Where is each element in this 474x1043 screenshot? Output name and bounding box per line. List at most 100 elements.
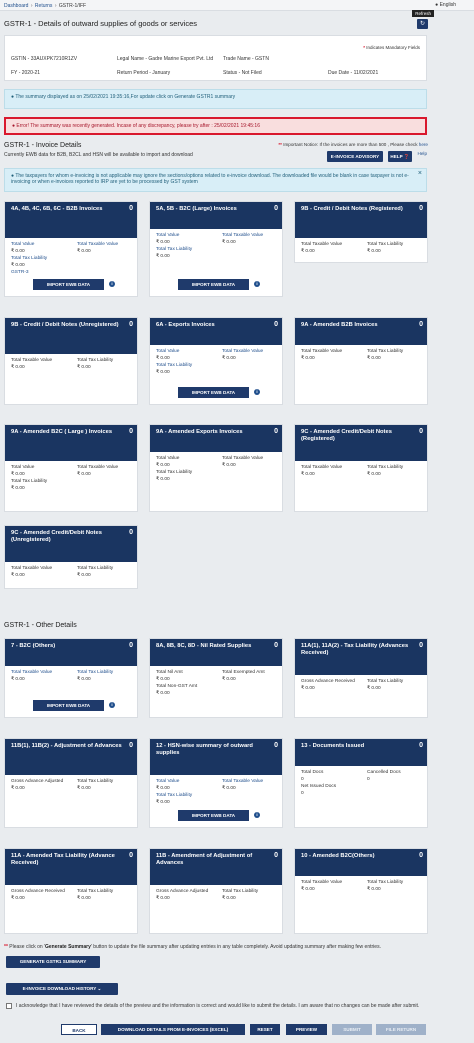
breadcrumb-returns[interactable]: Returns xyxy=(35,3,53,9)
tile-title: 9B - Credit / Debit Notes (Registered) xyxy=(301,206,403,212)
tile-title: 13 - Documents Issued xyxy=(301,743,365,749)
tile-title: 7 - B2C (Others) xyxy=(11,643,56,649)
language-selector[interactable]: ● English xyxy=(435,2,456,8)
help-link-text: Help xyxy=(417,151,427,156)
tile-header[interactable]: 8A, 8B, 8C, 8D - Nil Rated Supplies 0 xyxy=(150,639,282,666)
summary-tile[interactable]: 13 - Documents Issued 0 Total Docs 0 Cancell… xyxy=(294,738,428,828)
tile-header[interactable]: 12 - HSN-wise summary of outward supplie… xyxy=(150,739,282,775)
tile-value-2: ₹ 0.00 xyxy=(367,356,381,361)
tile-extra-link[interactable]: GSTR-3 xyxy=(11,270,29,276)
tile-value-1: ₹ 0.00 xyxy=(11,677,25,682)
import-ewb-data-button[interactable]: IMPORT EWB DATA xyxy=(178,279,249,290)
tile-label-2: Total Tax Liability xyxy=(77,358,114,363)
tile-label-3: Total Tax Liability xyxy=(156,470,193,475)
tile-header[interactable]: 11B - Amendment of Adjustment of Advance… xyxy=(150,849,282,885)
summary-tile[interactable]: 9C - Amended Credit/Debit Notes (Registe… xyxy=(294,424,428,512)
acknowledge-checkbox[interactable] xyxy=(6,1003,12,1009)
tile-header[interactable]: 6A - Exports Invoices 0 xyxy=(150,318,282,345)
summary-tile[interactable]: 8A, 8B, 8C, 8D - Nil Rated Supplies 0 Tota… xyxy=(149,638,283,718)
page-title: GSTR-1 - Details of outward supplies of … xyxy=(4,19,197,28)
summary-tile[interactable]: 9B - Credit / Debit Notes (Unregistered)… xyxy=(4,317,138,405)
preview-button[interactable]: PREVIEW xyxy=(286,1024,327,1035)
tile-title: 9B - Credit / Debit Notes (Unregistered) xyxy=(11,322,119,328)
refresh-button[interactable]: ↻ xyxy=(417,19,428,29)
summary-tile[interactable]: 4A, 4B, 4C, 6B, 6C - B2B Invoices 0 Total … xyxy=(4,201,138,297)
summary-tile[interactable]: 11A - Amended Tax Liability (Advance Rec… xyxy=(4,848,138,934)
tile-header[interactable]: 4A, 4B, 4C, 6B, 6C - B2B Invoices 0 xyxy=(5,202,137,238)
tile-title: 9C - Amended Credit/Debit Notes (Registe… xyxy=(301,429,392,442)
help-button[interactable]: HELP ❓ xyxy=(388,151,412,162)
tile-header[interactable]: 11B(1), 11B(2) - Adjustment of Advances 0 xyxy=(5,739,137,775)
tile-header[interactable]: 9B - Credit / Debit Notes (Unregistered)… xyxy=(5,318,137,354)
help-link[interactable]: Help xyxy=(418,151,427,156)
tile-value-2: ₹ 0.00 xyxy=(77,472,91,477)
einvoice-download-history-button[interactable]: E-INVOICE DOWNLOAD HISTORY ⌄ xyxy=(6,983,118,995)
submit-button[interactable]: SUBMIT xyxy=(332,1024,372,1035)
back-button[interactable]: BACK xyxy=(61,1024,97,1035)
summary-tile[interactable]: 9B - Credit / Debit Notes (Registered) 0 T… xyxy=(294,201,428,263)
tile-title: 11A(1), 11A(2) - Tax Liability (Advances… xyxy=(301,643,409,656)
summary-tile[interactable]: 9A - Amended B2B Invoices 0 Total Taxable … xyxy=(294,317,428,405)
import-ewb-data-button[interactable]: IMPORT EWB DATA xyxy=(178,810,249,821)
summary-tile[interactable]: 7 - B2C (Others) 0 Total Taxable Value ₹ 0.… xyxy=(4,638,138,718)
info-icon[interactable]: i xyxy=(109,281,115,287)
tile-count: 0 xyxy=(419,428,423,435)
summary-tile[interactable]: 11A(1), 11A(2) - Tax Liability (Advances… xyxy=(294,638,428,718)
tile-header[interactable]: 13 - Documents Issued 0 xyxy=(295,739,427,766)
tile-title: 8A, 8B, 8C, 8D - Nil Rated Supplies xyxy=(156,643,252,649)
reset-button[interactable]: RESET xyxy=(250,1024,280,1035)
tile-header[interactable]: 7 - B2C (Others) 0 xyxy=(5,639,137,666)
tile-count: 0 xyxy=(419,321,423,328)
tile-header[interactable]: 11A - Amended Tax Liability (Advance Rec… xyxy=(5,849,137,885)
file-return-button[interactable]: FILE RETURN xyxy=(376,1024,426,1035)
info-icon[interactable]: i xyxy=(109,702,115,708)
tile-value-2: ₹ 0.00 xyxy=(77,573,91,578)
info-icon[interactable]: i xyxy=(254,389,260,395)
tile-header[interactable]: 9A - Amended Exports Invoices 0 xyxy=(150,425,282,452)
tile-header[interactable]: 9C - Amended Credit/Debit Notes (Unregis… xyxy=(5,526,137,562)
close-icon[interactable]: × xyxy=(418,170,422,177)
tile-title: 9A - Amended B2C ( Large ) Invoices xyxy=(11,429,113,435)
tile-header[interactable]: 9A - Amended B2C ( Large ) Invoices 0 xyxy=(5,425,137,461)
tile-header[interactable]: 11A(1), 11A(2) - Tax Liability (Advances… xyxy=(295,639,427,675)
info-icon[interactable]: i xyxy=(254,812,260,818)
tile-header[interactable]: 9A - Amended B2B Invoices 0 xyxy=(295,318,427,345)
refresh-icon: ↻ xyxy=(419,21,426,27)
tile-label-1: Total Taxable Value xyxy=(301,465,343,470)
import-ewb-data-button[interactable]: IMPORT EWB DATA xyxy=(178,387,249,398)
breadcrumb-dashboard[interactable]: Dashboard xyxy=(4,3,28,9)
summary-tile[interactable]: 12 - HSN-wise summary of outward supplie… xyxy=(149,738,283,828)
tile-count: 0 xyxy=(274,642,278,649)
tile-title: 12 - HSN-wise summary of outward supplie… xyxy=(156,743,253,756)
generate-summary-note: ** Please click on 'Generate Summary' bu… xyxy=(4,944,381,950)
tile-value-2: ₹ 0.00 xyxy=(222,240,236,245)
tile-label-3: Total Tax Liability xyxy=(156,793,193,798)
e-invoice-advisory-button[interactable]: E-INVOICE ADVISORY xyxy=(327,151,383,162)
summary-tile[interactable]: 9A - Amended B2C ( Large ) Invoices 0 Tota… xyxy=(4,424,138,512)
tile-header[interactable]: 10 - Amended B2C(Others) 0 xyxy=(295,849,427,876)
einvoice-history-label: E-INVOICE DOWNLOAD HISTORY xyxy=(22,986,97,991)
tile-label-2: Total Tax Liability xyxy=(367,880,404,885)
import-ewb-data-button[interactable]: IMPORT EWB DATA xyxy=(33,279,104,290)
summary-tile[interactable]: 9C - Amended Credit/Debit Notes (Unregis… xyxy=(4,525,138,589)
download-einvoice-excel-button[interactable]: DOWNLOAD DETAILS FROM E-INVOICES (EXCEL) xyxy=(101,1024,245,1035)
tile-header[interactable]: 9B - Credit / Debit Notes (Registered) 0 xyxy=(295,202,427,238)
tile-count: 0 xyxy=(129,321,133,328)
tile-header[interactable]: 5A, 5B - B2C (Large) Invoices 0 xyxy=(150,202,282,229)
info-icon[interactable]: i xyxy=(254,281,260,287)
summary-tile[interactable]: 10 - Amended B2C(Others) 0 Total Taxable V… xyxy=(294,848,428,934)
tile-value-1: ₹ 0.00 xyxy=(301,887,315,892)
filing-status: Status - Not Filed xyxy=(223,70,262,76)
notice-here-link[interactable]: here xyxy=(419,142,428,147)
summary-tile[interactable]: 6A - Exports Invoices 0 Total Value ₹ 0.00 T… xyxy=(149,317,283,405)
summary-info-text: The summary displayed as on 25/02/2021 1… xyxy=(15,94,236,100)
summary-tile[interactable]: 11B - Amendment of Adjustment of Advance… xyxy=(149,848,283,934)
import-ewb-data-button[interactable]: IMPORT EWB DATA xyxy=(33,700,104,711)
generate-gstr1-summary-button[interactable]: GENERATE GSTR1 SUMMARY xyxy=(6,956,100,968)
summary-tile[interactable]: 9A - Amended Exports Invoices 0 Total Valu… xyxy=(149,424,283,512)
tile-value-1: ₹ 0.00 xyxy=(11,472,25,477)
gstin: GSTIN - 33AUXPK7210R1ZV xyxy=(11,56,78,62)
summary-tile[interactable]: 5A, 5B - B2C (Large) Invoices 0 Total Valu… xyxy=(149,201,283,297)
summary-tile[interactable]: 11B(1), 11B(2) - Adjustment of Advances 0… xyxy=(4,738,138,828)
tile-header[interactable]: 9C - Amended Credit/Debit Notes (Registe… xyxy=(295,425,427,461)
